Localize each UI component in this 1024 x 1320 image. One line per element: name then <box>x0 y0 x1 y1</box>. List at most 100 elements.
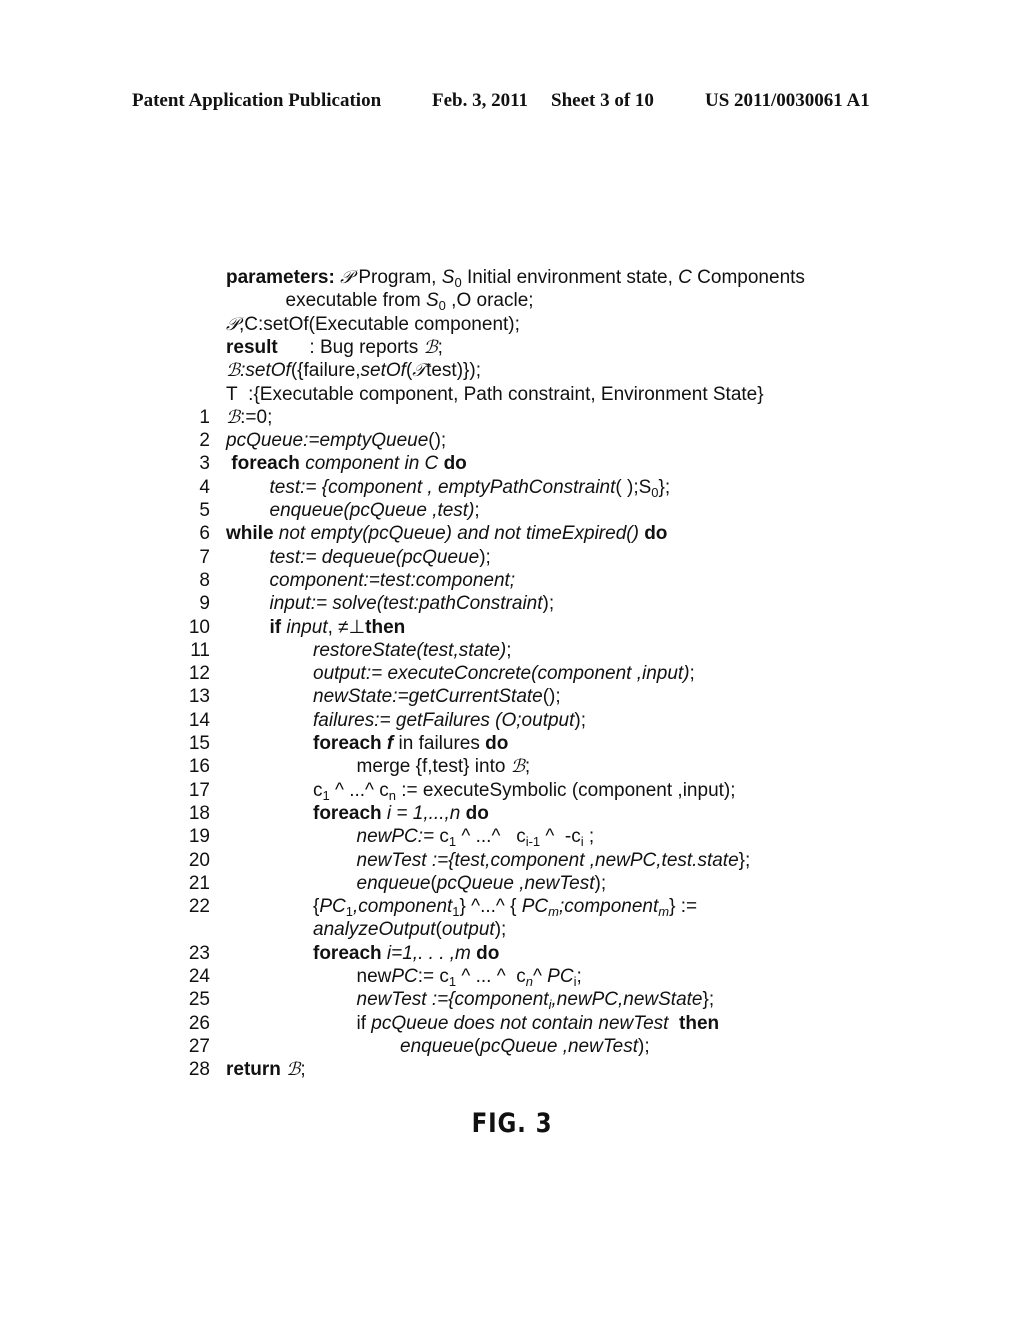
code-line: foreach component in C do <box>226 452 467 476</box>
code-text: Initial environment state, <box>461 267 679 288</box>
code-line: newPC:= c1 ^ ... ^ cn^ PCi; <box>357 965 582 989</box>
code-text: test:= dequeue(pcQueue <box>269 546 480 568</box>
line-number: 16 <box>188 756 210 778</box>
code-text: do <box>644 523 668 545</box>
code-text: component in C <box>305 453 444 475</box>
code-text: ,O oracle; <box>445 290 534 312</box>
code-text: analyzeOutput <box>313 919 436 941</box>
code-text: return <box>226 1059 287 1081</box>
code-text: pcQueue ,newTest <box>436 872 595 894</box>
code-text: input <box>286 616 328 638</box>
code-line: if input, ≠⊥then <box>270 616 406 640</box>
preamble-line: executable from S0 ,O oracle; <box>286 289 534 313</box>
line-number: 9 <box>199 593 210 615</box>
line-number: 10 <box>188 616 210 638</box>
code-text: enqueue <box>356 872 431 894</box>
code-line: c1 ^ ...^ cn := executeSymbolic (compone… <box>313 779 736 803</box>
code-text: :setOf <box>240 360 291 382</box>
code-text: }; <box>738 849 751 871</box>
code-text: 1 <box>322 787 330 803</box>
code-text: ); <box>542 593 555 615</box>
script-symbol: 𝒫 <box>226 313 239 335</box>
code-text: n <box>525 974 533 989</box>
line-number: 18 <box>188 802 210 824</box>
line-number: 14 <box>188 709 210 731</box>
preamble-line: parameters: 𝒫 Program, S0 Initial enviro… <box>226 266 805 290</box>
code-text: Program, <box>353 267 442 288</box>
code-text: PC <box>391 966 418 987</box>
code-text: , ≠⊥ <box>327 616 366 638</box>
line-number: 26 <box>188 1012 210 1034</box>
code-text: enqueue <box>400 1035 474 1057</box>
code-text: ^ <box>532 966 548 987</box>
code-text: ); <box>494 919 507 941</box>
code-text: pcQueue does not contain newTest <box>371 1012 680 1034</box>
figure-label: FIG. 3 <box>471 1108 553 1139</box>
code-line: ℬ:=0; <box>226 406 272 430</box>
code-line: pcQueue:=emptyQueue(); <box>226 429 446 453</box>
patent-number: US 2011/0030061 A1 <box>705 90 870 111</box>
publication-title: Patent Application Publication <box>132 90 382 111</box>
code-text: PC <box>547 966 574 987</box>
code-text: m <box>548 904 559 920</box>
code-line: enqueue(pcQueue ,newTest); <box>357 872 607 896</box>
code-text: output:= executeConcrete(component ,inpu… <box>313 663 690 685</box>
code-text: merge {f,test} into <box>356 756 511 778</box>
code-text: ,C:setOf(Executable component); <box>238 313 520 335</box>
line-number: 20 <box>188 849 210 871</box>
line-number: 17 <box>188 779 210 801</box>
code-text: ; <box>300 1059 306 1081</box>
code-text: while <box>226 523 279 545</box>
code-text: setOf <box>360 360 406 382</box>
code-line: return ℬ; <box>226 1058 306 1082</box>
code-text: 0 <box>651 484 659 500</box>
code-text: n <box>388 787 396 803</box>
code-text: newState:=getCurrentState <box>313 686 543 708</box>
line-number: 24 <box>188 966 210 987</box>
code-text: do <box>443 453 467 475</box>
code-text: component:=test:component; <box>269 569 516 591</box>
code-text: ({failure, <box>290 360 361 382</box>
code-text: ); <box>594 872 607 894</box>
line-number: 21 <box>188 872 210 894</box>
code-line: enqueue(pcQueue ,newTest); <box>400 1035 650 1059</box>
code-text: parameters: <box>226 267 341 288</box>
code-text: ); <box>574 709 586 731</box>
code-text: (); <box>428 430 447 452</box>
code-line: newState:=getCurrentState(); <box>313 685 561 709</box>
line-number: 4 <box>199 476 210 498</box>
code-text: c <box>439 826 449 848</box>
line-number: 13 <box>188 686 210 708</box>
code-text: if <box>269 616 287 638</box>
code-text: S <box>441 267 455 288</box>
code-text: ; <box>576 966 582 987</box>
code-line: test:= {component , emptyPathConstraint(… <box>270 476 671 500</box>
code-text: ,component <box>353 896 453 918</box>
code-line: while not empty(pcQueue) and not timeExp… <box>226 522 667 546</box>
code-text: do <box>485 733 509 754</box>
code-text: c <box>313 779 323 801</box>
code-text: executable from <box>285 290 426 312</box>
code-text: PC <box>319 896 346 918</box>
code-text: S <box>425 290 439 312</box>
code-text: ; <box>474 500 480 521</box>
code-text: 1 <box>345 904 353 920</box>
code-text: foreach <box>226 453 306 475</box>
code-line: merge {f,test} into ℬ; <box>357 755 531 779</box>
code-line: output:= executeConcrete(component ,inpu… <box>313 662 695 686</box>
code-text: new <box>356 966 392 987</box>
line-number: 19 <box>188 826 210 848</box>
code-line: foreach f in failures do <box>313 732 508 756</box>
code-text: }; <box>702 989 715 1011</box>
code-text: m <box>658 904 670 920</box>
line-number: 12 <box>188 663 210 685</box>
code-line: newPC:= c1 ^ ...^ ci-1 ^ -ci ; <box>357 825 595 849</box>
code-text: ,newPC,newState <box>551 989 703 1011</box>
code-text: i-1 <box>525 834 541 850</box>
code-text: ^ -c <box>540 826 581 848</box>
publication-date: Feb. 3, 2011 <box>432 90 529 111</box>
code-line: component:=test:component; <box>270 569 516 593</box>
script-symbol: ℬ <box>510 756 525 778</box>
code-text: test:= {component , emptyPathConstraint <box>269 476 616 498</box>
code-text: result <box>226 336 278 358</box>
